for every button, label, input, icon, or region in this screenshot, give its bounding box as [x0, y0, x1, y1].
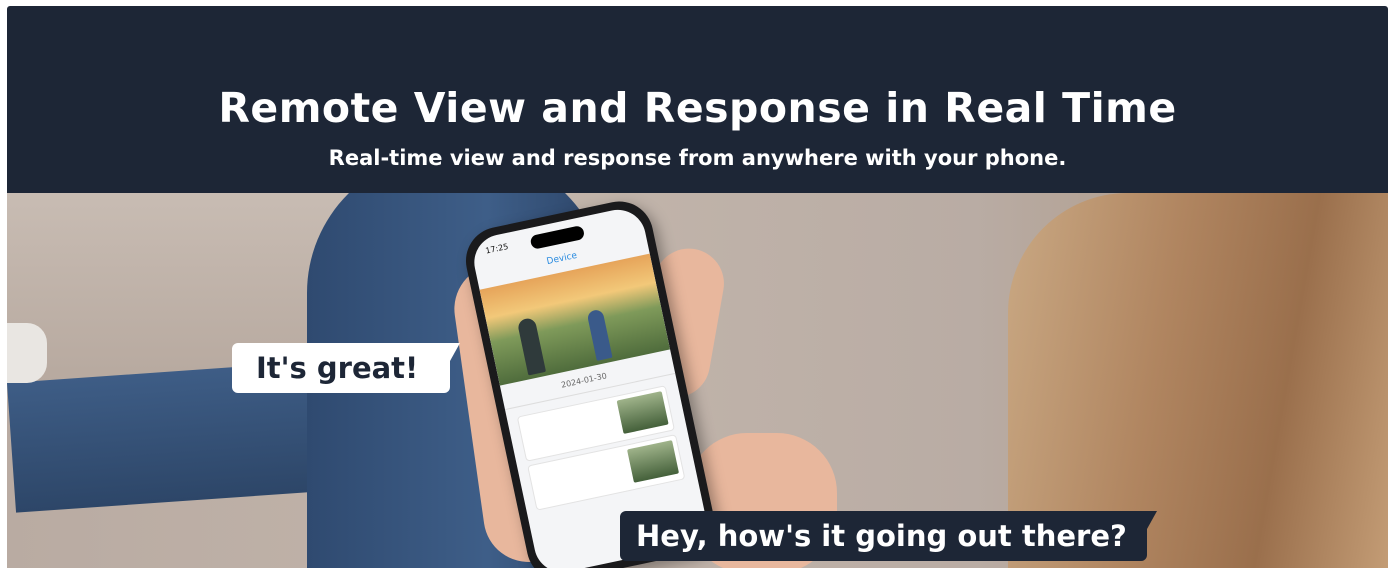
sock: [7, 323, 47, 383]
person-figure: [586, 308, 613, 361]
hero-photo: 17:25 Device 2024-01-30 It's great! Hey,…: [7, 193, 1388, 568]
banner-title: Remote View and Response in Real Time: [218, 84, 1177, 132]
event-thumbnail: [616, 391, 669, 434]
banner: Remote View and Response in Real Time Re…: [7, 6, 1388, 568]
banner-subtitle: Real-time view and response from anywher…: [328, 146, 1067, 170]
bubble-tail: [450, 343, 461, 361]
speech-bubble-right-text: Hey, how's it going out there?: [636, 519, 1127, 553]
speech-bubble-left: It's great!: [232, 343, 461, 393]
bubble-tail: [1146, 511, 1157, 529]
speech-bubble-left-text: It's great!: [256, 351, 419, 385]
person-figure: [516, 316, 547, 376]
banner-header: Remote View and Response in Real Time Re…: [7, 6, 1388, 193]
event-thumbnail: [626, 440, 680, 483]
phone-date-label: 2024-01-30: [560, 371, 608, 390]
phone-status-time: 17:25: [484, 241, 510, 256]
speech-bubble-right: Hey, how's it going out there?: [620, 511, 1157, 561]
